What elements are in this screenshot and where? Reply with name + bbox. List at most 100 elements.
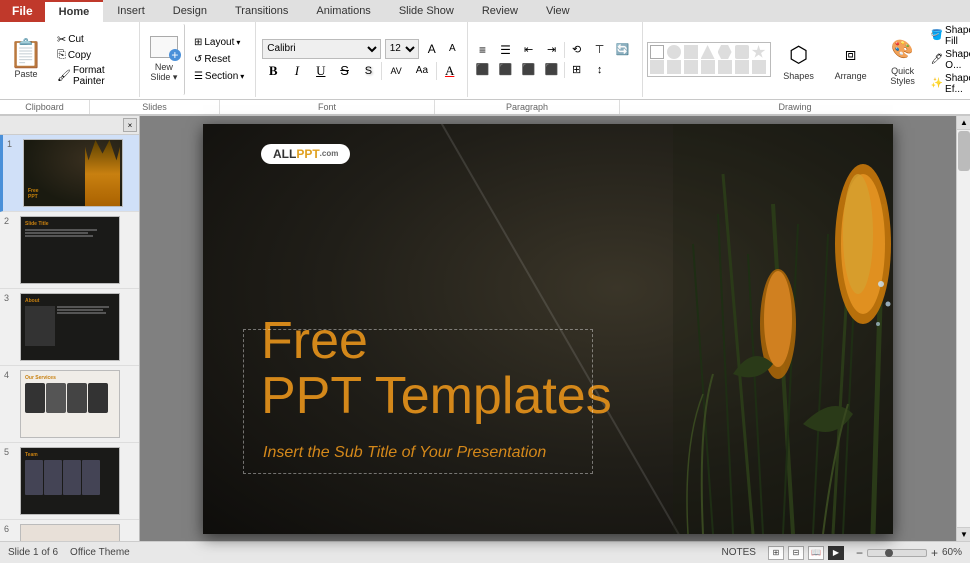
slide-title-area[interactable]: Free PPT Templates [261,314,612,423]
slide-thumb-1[interactable]: 1 FreePPT [0,135,139,212]
layout-icon: ⊞ [194,37,202,48]
shape-hexagon[interactable] [718,45,732,59]
decrease-font-size-button[interactable]: A [444,40,461,58]
shape-misc1[interactable] [701,60,715,74]
slide-thumb-2[interactable]: 2 Slide Title [0,212,139,289]
line-spacing-button[interactable]: ↕ [589,61,611,79]
slide-sorter-button[interactable]: ⊟ [788,546,804,560]
numbering-button[interactable]: ☰ [495,41,517,59]
reset-icon: ↺ [194,54,202,65]
tab-transitions[interactable]: Transitions [221,0,302,22]
slides-panel[interactable]: × 1 FreePPT 2 Slide Title [0,116,140,541]
shape-fill-button[interactable]: 🪣 Shape Fill [931,25,970,47]
slide-thumb-6[interactable]: 6 🏃 [0,520,139,541]
notes-button[interactable]: NOTES [722,547,756,558]
slide-subtitle[interactable]: Insert the Sub Title of Your Presentatio… [263,444,546,462]
section-button[interactable]: ☰ Section ▾ [191,69,247,84]
paste-button[interactable]: 📋 Paste [2,24,50,95]
shape-rounded-rect[interactable] [735,45,749,59]
cut-button[interactable]: ✂ Cut [54,32,133,47]
tab-view[interactable]: View [532,0,584,22]
tab-animations[interactable]: Animations [302,0,384,22]
vertical-scrollbar[interactable]: ▲ ▼ [956,116,970,541]
shape-flowchart[interactable] [684,60,698,74]
drawing-row1: ⬡ Shapes ⧈ Arrange 🎨 QuickStyles 🪣 Shape… [647,25,966,95]
italic-button[interactable]: I [286,61,308,81]
shape-misc4[interactable] [752,60,766,74]
slide-thumb-3[interactable]: 3 About [0,289,139,366]
change-case-button[interactable]: Aa [410,61,434,81]
tab-slideshow[interactable]: Slide Show [385,0,468,22]
align-text-button[interactable]: ⊤ [589,41,611,59]
font-color-button[interactable]: A [439,61,461,81]
paragraph-group: ≡ ☰ ⇤ ⇥ ⟲ ⊤ 🔄 ⬛ ⬛ ⬛ ⬛ ⊞ ↕ [468,22,643,97]
shape-star[interactable] [752,45,766,59]
columns-button[interactable]: ⊞ [566,61,588,79]
text-shadow-button[interactable]: S [357,61,379,81]
bullets-button[interactable]: ≡ [472,41,494,59]
scroll-track [957,130,970,527]
shape-callout[interactable] [650,60,664,74]
scroll-up-button[interactable]: ▲ [957,116,970,130]
format-painter-button[interactable]: 🖌 Format Painter [54,64,133,88]
section-icon: ☰ [194,71,203,82]
decrease-indent-button[interactable]: ⇤ [518,41,540,59]
slide-canvas[interactable]: ALLPPT.com Free PPT Templates Insert the… [203,124,893,534]
scroll-thumb[interactable] [958,131,970,171]
increase-font-size-button[interactable]: A [423,40,440,58]
layout-button[interactable]: ⊞ Layout ▾ [191,35,247,50]
quick-styles-button[interactable]: 🎨 QuickStyles [879,32,927,88]
slide-preview-5: Team [20,447,120,515]
increase-indent-button[interactable]: ⇥ [541,41,563,59]
reset-button[interactable]: ↺ Reset [191,52,247,67]
file-tab[interactable]: File [0,0,45,22]
tab-insert[interactable]: Insert [103,0,159,22]
justify-button[interactable]: ⬛ [541,61,563,79]
align-right-button[interactable]: ⬛ [518,61,540,79]
zoom-in-button[interactable]: + [931,546,938,560]
slide3-line2 [57,309,103,311]
shape-rect[interactable] [684,45,698,59]
zoom-slider-track[interactable] [867,549,927,557]
new-slide-button[interactable]: + NewSlide ▾ [144,24,185,95]
font-size-select[interactable]: 12 14 16 18 24 [385,39,420,59]
tab-design[interactable]: Design [159,0,221,22]
shape-effects-button[interactable]: ✨ Shape Ef... [931,73,970,95]
slide3-text [57,306,115,346]
align-left-button[interactable]: ⬛ [472,61,494,79]
panel-close-button[interactable]: × [123,118,137,132]
shape-misc2[interactable] [718,60,732,74]
zoom-out-button[interactable]: − [856,546,863,560]
shape-line[interactable] [650,45,664,59]
font-group: Calibri Arial Times New Roman 12 14 16 1… [256,22,467,97]
zoom-slider-thumb[interactable] [885,549,893,557]
bold-button[interactable]: B [262,61,284,81]
copy-button[interactable]: ⎘ Copy [54,48,133,63]
slide-logo: ALLPPT.com [261,144,350,164]
text-direction-button[interactable]: ⟲ [566,41,588,59]
shape-misc3[interactable] [735,60,749,74]
shape-outline-button[interactable]: 🖊 Shape O... [931,49,970,71]
shape-arrow[interactable] [667,60,681,74]
convert-smartart-button[interactable]: 🔄 [612,41,634,59]
slide-thumb-5[interactable]: 5 Team [0,443,139,520]
slide-num-6: 6 [4,524,16,534]
font-family-select[interactable]: Calibri Arial Times New Roman [262,39,380,59]
normal-view-button[interactable]: ⊞ [768,546,784,560]
slide-title-line1: Free [261,314,612,369]
paste-label: Paste [14,69,37,79]
slide-thumb-4[interactable]: 4 Our Services [0,366,139,443]
align-center-button[interactable]: ⬛ [495,61,517,79]
tab-home[interactable]: Home [45,0,104,22]
slideshow-button[interactable]: ▶ [828,546,844,560]
shapes-button[interactable]: ⬡ Shapes [775,37,823,83]
tab-review[interactable]: Review [468,0,532,22]
scroll-down-button[interactable]: ▼ [957,527,970,541]
arrange-button[interactable]: ⧈ Arrange [827,37,875,83]
shape-oval[interactable] [667,45,681,59]
shape-triangle[interactable] [701,45,715,59]
strikethrough-button[interactable]: S [334,61,356,81]
underline-button[interactable]: U [310,61,332,81]
reading-view-button[interactable]: 📖 [808,546,824,560]
char-spacing-button[interactable]: AV [384,61,408,81]
